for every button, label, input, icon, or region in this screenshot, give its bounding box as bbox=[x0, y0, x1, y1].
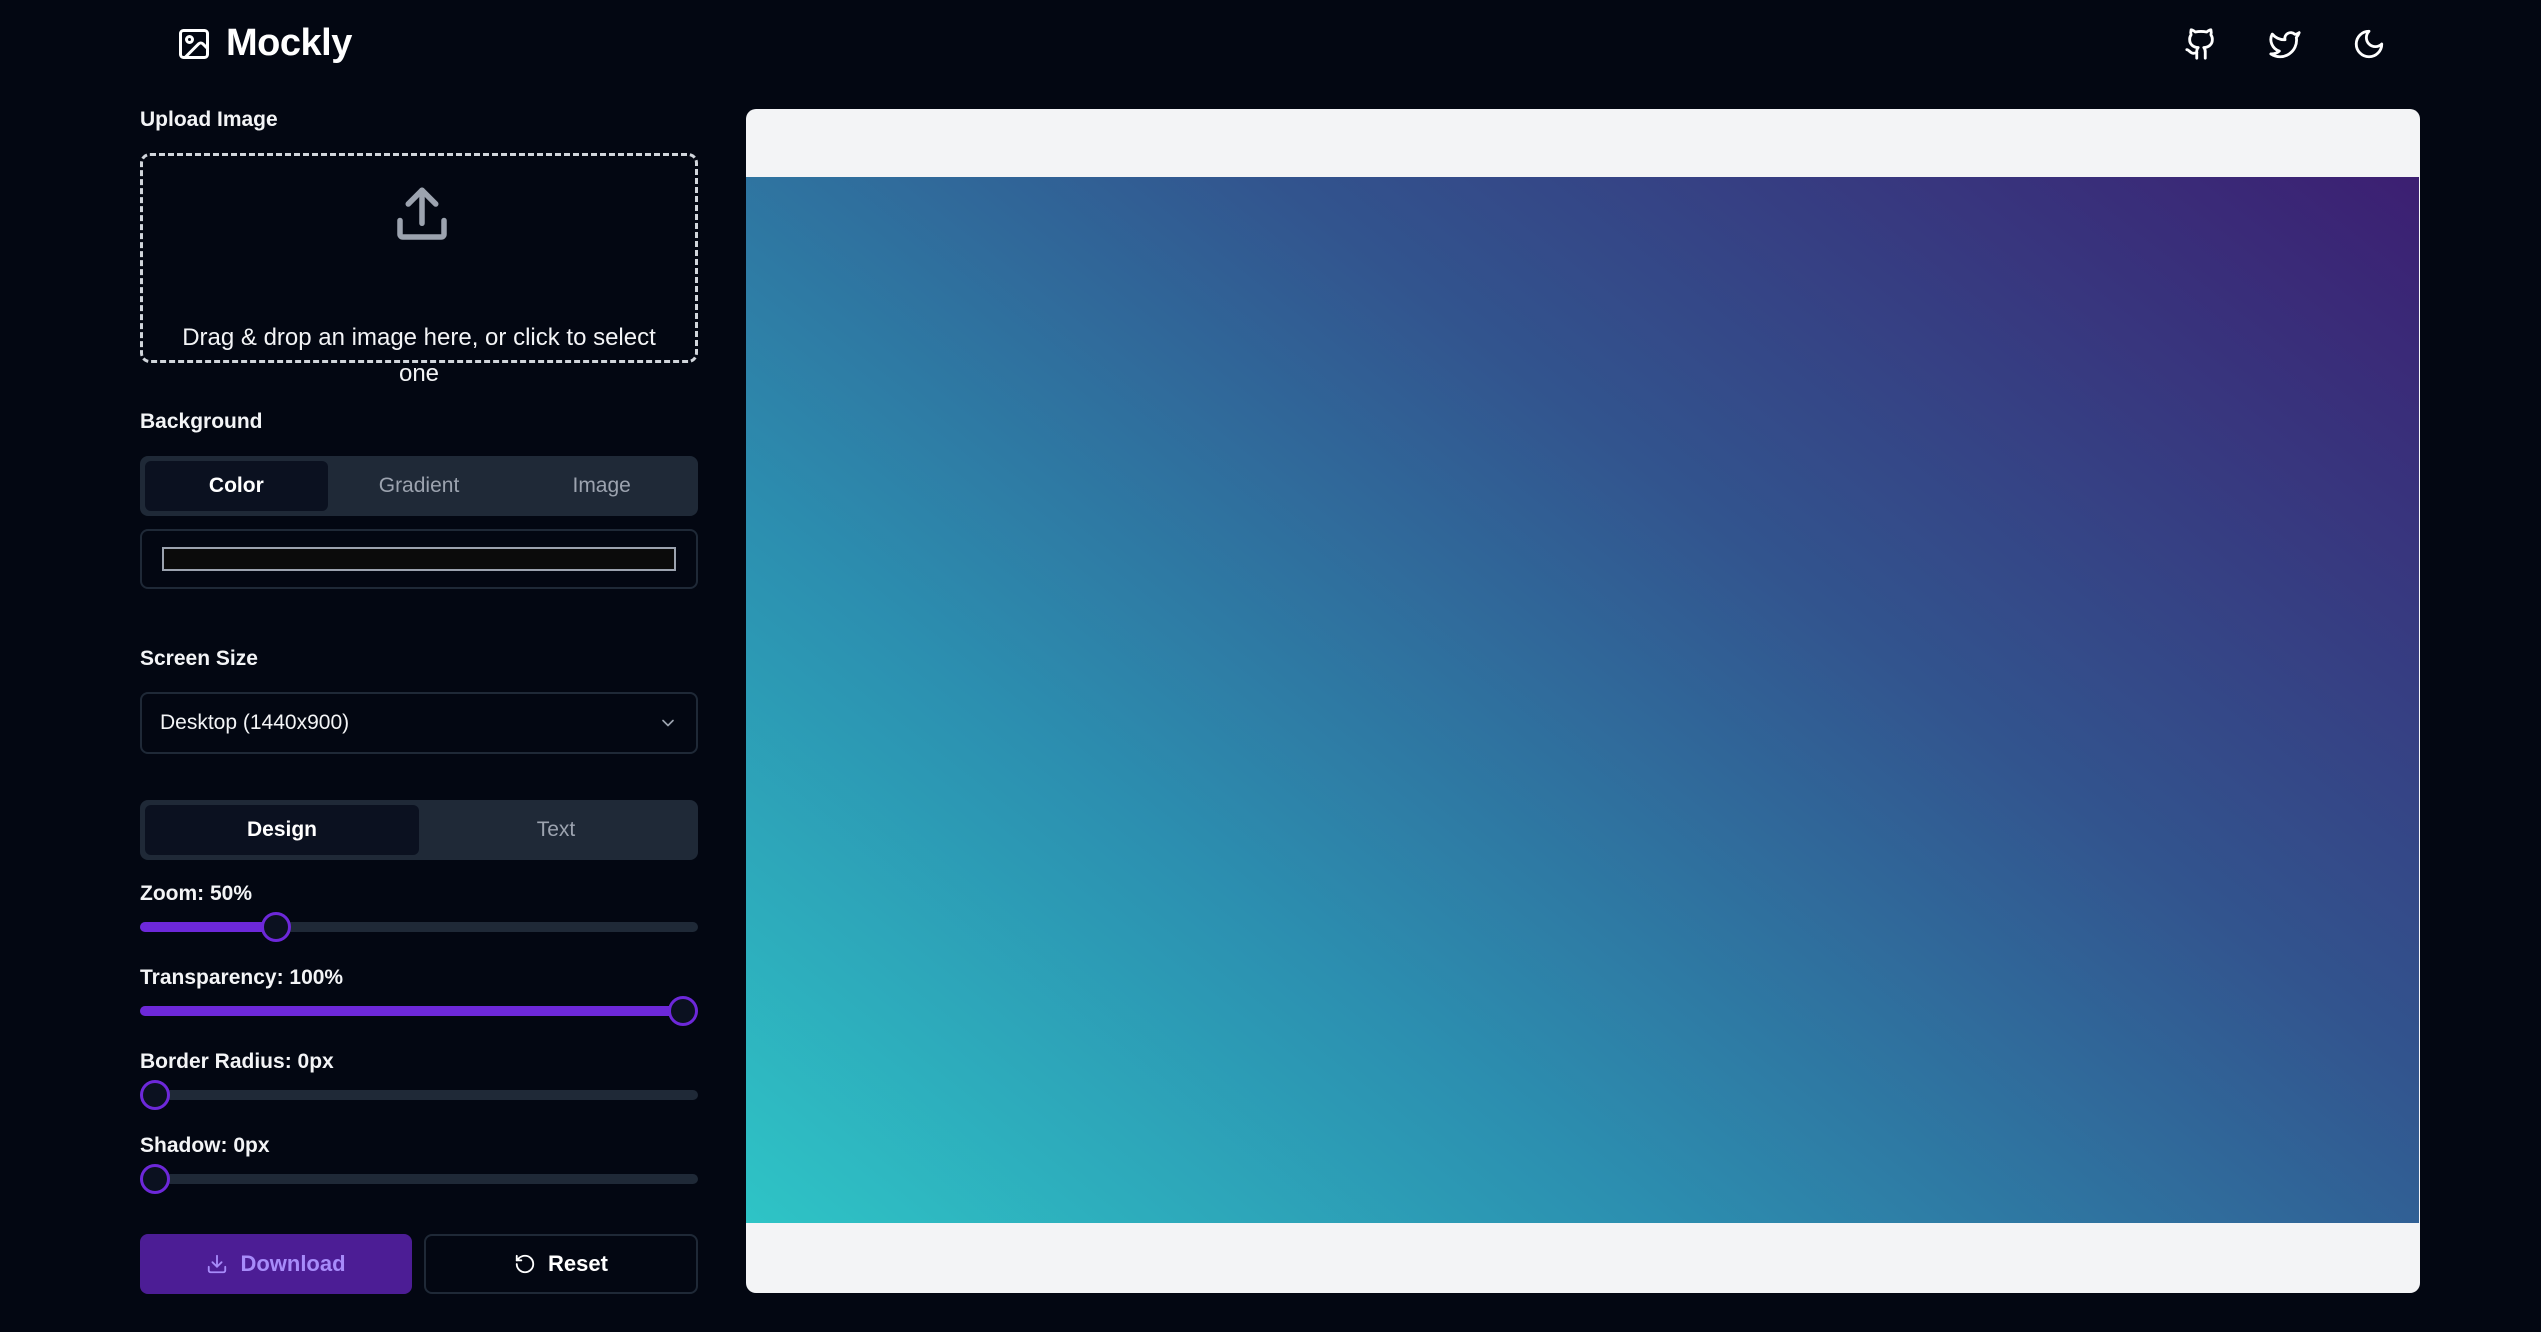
download-button[interactable]: Download bbox=[140, 1234, 412, 1294]
transparency-slider[interactable] bbox=[140, 994, 698, 1026]
image-icon bbox=[176, 26, 212, 62]
slider-fill bbox=[140, 922, 277, 932]
zoom-label: Zoom: 50% bbox=[140, 882, 253, 905]
tab-gradient[interactable]: Gradient bbox=[328, 461, 511, 511]
slider-thumb[interactable] bbox=[140, 1080, 170, 1110]
mockup-preview bbox=[746, 109, 2420, 1293]
border-radius-slider[interactable] bbox=[140, 1078, 698, 1110]
app-logo[interactable]: Mockly bbox=[176, 22, 352, 65]
download-icon bbox=[206, 1253, 228, 1275]
color-picker-field bbox=[140, 529, 698, 589]
color-picker-input[interactable] bbox=[162, 547, 676, 571]
reset-icon bbox=[514, 1253, 536, 1275]
slider-track bbox=[140, 1090, 698, 1100]
image-dropzone[interactable]: Drag & drop an image here, or click to s… bbox=[140, 153, 698, 387]
slider-thumb[interactable] bbox=[140, 1164, 170, 1194]
moon-icon bbox=[2352, 27, 2386, 61]
reset-button[interactable]: Reset bbox=[424, 1234, 698, 1294]
download-label: Download bbox=[240, 1251, 346, 1276]
background-label: Background bbox=[140, 410, 263, 433]
slider-thumb[interactable] bbox=[668, 996, 698, 1026]
twitter-icon bbox=[2268, 27, 2302, 61]
app-header: Mockly bbox=[0, 0, 2541, 86]
tab-text[interactable]: Text bbox=[419, 805, 693, 855]
slider-thumb[interactable] bbox=[261, 912, 292, 942]
tab-design[interactable]: Design bbox=[145, 805, 419, 855]
reset-label: Reset bbox=[548, 1251, 608, 1276]
slider-fill bbox=[140, 1006, 683, 1016]
transparency-label: Transparency: 100% bbox=[140, 966, 344, 989]
upload-label: Upload Image bbox=[140, 108, 278, 131]
shadow-slider[interactable] bbox=[140, 1162, 698, 1194]
upload-icon bbox=[389, 182, 455, 248]
chevron-down-icon bbox=[658, 713, 678, 733]
tab-color[interactable]: Color bbox=[145, 461, 328, 511]
background-tabs: Color Gradient Image bbox=[140, 456, 698, 516]
twitter-button[interactable] bbox=[2263, 22, 2307, 66]
tab-image[interactable]: Image bbox=[510, 461, 693, 511]
github-icon bbox=[2184, 27, 2218, 61]
screen-size-label: Screen Size bbox=[140, 647, 258, 670]
screen-size-value: Desktop (1440x900) bbox=[160, 711, 350, 734]
settings-tabs: Design Text bbox=[140, 800, 698, 860]
header-actions bbox=[2179, 22, 2391, 66]
preview-canvas[interactable] bbox=[746, 177, 2419, 1223]
dropzone-prompt: Drag & drop an image here, or click to s… bbox=[182, 324, 656, 387]
slider-track bbox=[140, 1174, 698, 1184]
app-name: Mockly bbox=[226, 22, 352, 64]
shadow-label: Shadow: 0px bbox=[140, 1134, 270, 1157]
theme-toggle-button[interactable] bbox=[2347, 22, 2391, 66]
github-button[interactable] bbox=[2179, 22, 2223, 66]
screen-size-select[interactable]: Desktop (1440x900) bbox=[140, 692, 698, 754]
zoom-slider[interactable] bbox=[140, 910, 698, 942]
border-radius-label: Border Radius: 0px bbox=[140, 1050, 334, 1073]
